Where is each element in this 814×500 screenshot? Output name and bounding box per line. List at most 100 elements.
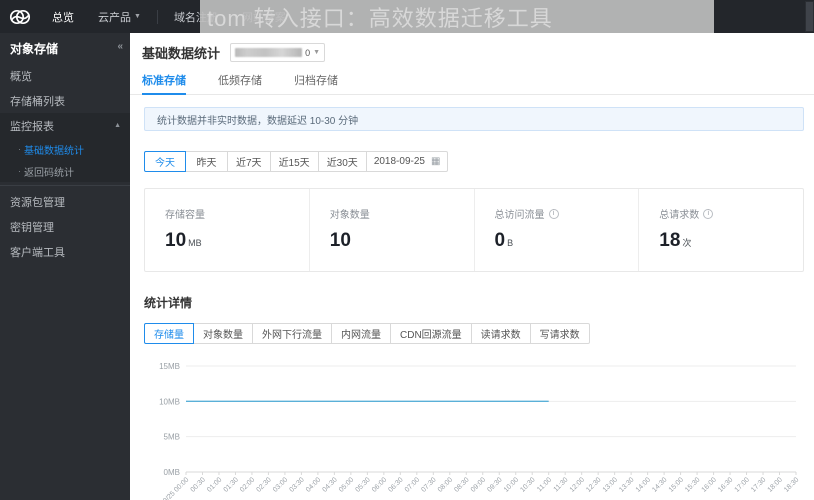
sidebar-item-monitoring-reports[interactable]: 监控报表 ▲ (0, 113, 130, 138)
metric-tab-external-downstream-traffic[interactable]: 外网下行流量 (253, 323, 332, 344)
svg-text:10MB: 10MB (159, 397, 180, 406)
sidebar: 对象存储 « 概览 存储桶列表 监控报表 ▲ · 基础数据统计 · 返回码统计 (0, 33, 130, 500)
svg-text:07:30: 07:30 (420, 476, 437, 493)
sidebar-divider (0, 185, 130, 186)
stat-object-count: 对象数量 10 (310, 189, 475, 271)
svg-text:17:30: 17:30 (750, 476, 767, 493)
bucket-name-redacted (235, 48, 303, 57)
metric-tab-label: CDN回源流量 (400, 330, 462, 341)
chevron-up-icon: ▲ (114, 122, 121, 129)
stat-label-text: 存储容量 (165, 210, 205, 221)
detail-section-title: 统计详情 (144, 296, 193, 310)
tab-label: 归档存储 (294, 75, 338, 87)
range-button-label: 昨天 (196, 158, 217, 169)
tab-label: 标准存储 (142, 75, 186, 87)
svg-text:15:00: 15:00 (668, 476, 685, 493)
chart-canvas: 0MB 5MB 10MB 15MB 09/25 00:00 00:30 01:00 01:30… (159, 362, 800, 500)
svg-text:10:30: 10:30 (519, 476, 536, 493)
stat-value-number: 18 (659, 230, 681, 251)
svg-text:17:00: 17:00 (734, 476, 751, 493)
svg-text:06:30: 06:30 (387, 476, 404, 493)
svg-text:16:30: 16:30 (717, 476, 734, 493)
svg-text:09:00: 09:00 (470, 476, 487, 493)
svg-text:16:00: 16:00 (701, 476, 718, 493)
date-picker[interactable]: 2018-09-25 ▦ (366, 151, 449, 172)
svg-text:15:30: 15:30 (684, 476, 701, 493)
range-button-last-15-days[interactable]: 近15天 (270, 151, 319, 172)
metric-tab-internal-traffic[interactable]: 内网流量 (332, 323, 391, 344)
stat-value-number: 10 (329, 230, 351, 251)
svg-text:08:00: 08:00 (437, 476, 454, 493)
svg-text:09:30: 09:30 (486, 476, 503, 493)
storage-line-chart[interactable]: 0MB 5MB 10MB 15MB 09/25 00:00 00:30 01:00 01:30… (144, 360, 804, 500)
range-button-label: 近7天 (236, 158, 262, 169)
info-circle-icon[interactable]: i (548, 208, 559, 219)
tab-archive-storage[interactable]: 归档存储 (294, 72, 352, 94)
metric-tab-label: 存储量 (154, 330, 184, 341)
sidebar-item-client-tools[interactable]: 客户端工具 (0, 239, 130, 264)
app-root: 总览 云产品 ▼ 域名注册 网站备案 tom 转入接口：高效数据迁移工具 对象存… (0, 0, 814, 500)
stat-value-unit: MB (188, 238, 202, 248)
sidebar-item-label: 存储桶列表 (10, 95, 65, 108)
nav-item-overview[interactable]: 总览 (40, 0, 86, 33)
sidebar-item-return-code-statistics[interactable]: · 返回码统计 (0, 160, 130, 182)
sidebar-item-overview[interactable]: 概览 (0, 63, 130, 88)
stat-value-number: 0 (494, 230, 506, 251)
metric-tab-write-requests[interactable]: 写请求数 (530, 323, 590, 344)
info-circle-icon[interactable]: i (703, 208, 714, 219)
sidebar-item-basic-data-statistics[interactable]: · 基础数据统计 (0, 138, 130, 160)
stat-value: 10 (330, 230, 474, 252)
nav-item-cloud-products[interactable]: 云产品 ▼ (86, 0, 153, 33)
metric-tab-read-requests[interactable]: 读请求数 (471, 323, 531, 344)
nav-divider (156, 9, 158, 24)
svg-text:18:00: 18:00 (767, 476, 784, 493)
chevron-down-icon: ▼ (134, 13, 141, 20)
range-button-last-7-days[interactable]: 近7天 (228, 151, 271, 172)
sidebar-item-bucket-list[interactable]: 存储桶列表 (0, 88, 130, 113)
range-button-today[interactable]: 今天 (144, 151, 186, 172)
svg-text:12:00: 12:00 (569, 476, 586, 493)
svg-text:01:30: 01:30 (223, 476, 240, 493)
sidebar-title: 对象存储 « (0, 33, 130, 63)
cloud-logo-icon[interactable] (0, 0, 40, 33)
svg-text:10:00: 10:00 (503, 476, 520, 493)
sidebar-item-key-management[interactable]: 密钥管理 (0, 214, 130, 239)
range-button-label: 近30天 (326, 158, 358, 169)
metric-tab-object-count[interactable]: 对象数量 (194, 323, 253, 344)
sidebar-item-label: 密钥管理 (10, 221, 54, 234)
svg-text:00:30: 00:30 (190, 476, 207, 493)
range-button-last-30-days[interactable]: 近30天 (318, 151, 367, 172)
stat-value-unit: B (507, 238, 514, 248)
chevron-down-icon: ▼ (313, 49, 321, 56)
metric-tab-label: 外网下行流量 (262, 330, 322, 341)
overlay-banner-background-secondary (200, 33, 400, 39)
svg-text:07:00: 07:00 (404, 476, 421, 493)
top-nav-right-area (714, 0, 814, 33)
svg-text:03:30: 03:30 (288, 476, 305, 493)
metric-tab-label: 内网流量 (341, 330, 381, 341)
chevron-double-left-icon[interactable]: « (117, 42, 123, 52)
page-title: 基础数据统计 (142, 46, 221, 61)
stat-label-text: 总请求数 (659, 210, 700, 221)
range-button-yesterday[interactable]: 昨天 (186, 151, 228, 172)
sidebar-item-resource-package-management[interactable]: 资源包管理 (0, 189, 130, 214)
content-area: 统计数据并非实时数据，数据延迟 10-30 分钟 今天 昨天 近7天 近15天 (130, 95, 814, 500)
tab-infrequent-access-storage[interactable]: 低频存储 (218, 72, 276, 94)
quick-range-buttons: 今天 昨天 近7天 近15天 近30天 2018-09-25 ▦ (144, 151, 449, 172)
sidebar-item-label: 基础数据统计 (24, 145, 84, 157)
metric-tab-label: 写请求数 (539, 330, 580, 341)
svg-text:12:30: 12:30 (585, 476, 602, 493)
tab-standard-storage[interactable]: 标准存储 (142, 72, 200, 95)
bucket-select[interactable]: 0 ▼ (230, 43, 326, 62)
metric-tab-cdn-origin-traffic[interactable]: CDN回源流量 (391, 323, 472, 344)
metric-tab-label: 读请求数 (480, 330, 521, 341)
svg-text:08:30: 08:30 (453, 476, 470, 493)
svg-text:18:30: 18:30 (783, 476, 800, 493)
svg-text:06:00: 06:00 (371, 476, 388, 493)
metric-tab-label: 对象数量 (203, 330, 243, 341)
vertical-scrollbar[interactable] (805, 1, 814, 32)
stat-label: 对象数量 (330, 206, 474, 221)
metric-tab-storage-volume[interactable]: 存储量 (144, 323, 194, 344)
svg-text:13:00: 13:00 (602, 476, 619, 493)
calendar-icon: ▦ (430, 156, 441, 167)
